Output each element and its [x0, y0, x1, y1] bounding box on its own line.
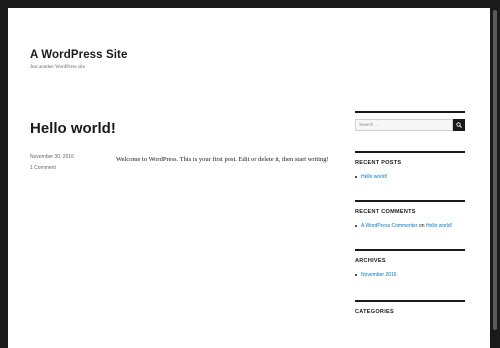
- recent-posts-title: RECENT POSTS: [355, 160, 402, 166]
- search-widget: Search …: [355, 111, 465, 131]
- comment-author-link[interactable]: A WordPress Commenter: [361, 223, 418, 229]
- archive-link[interactable]: November 2016: [361, 272, 397, 278]
- recent-comments-widget: RECENT COMMENTS A WordPress Commenter on…: [355, 200, 465, 229]
- post-content: Welcome to WordPress. This is your first…: [116, 156, 329, 163]
- post-date[interactable]: November 30, 2016: [30, 154, 74, 160]
- search-input[interactable]: Search …: [355, 119, 453, 131]
- recent-post-link[interactable]: Hello world!: [361, 174, 387, 180]
- archives-list: November 2016: [355, 272, 465, 278]
- list-item: Hello world!: [355, 174, 465, 180]
- vertical-scrollbar[interactable]: [490, 0, 500, 348]
- page: A WordPress Site Just another WordPress …: [8, 8, 490, 348]
- recent-posts-list: Hello world!: [355, 174, 465, 180]
- site-title[interactable]: A WordPress Site: [30, 49, 127, 61]
- post-title[interactable]: Hello world!: [30, 120, 116, 137]
- recent-posts-widget: RECENT POSTS Hello world!: [355, 151, 465, 180]
- list-item: November 2016: [355, 272, 465, 278]
- archives-title: ARCHIVES: [355, 258, 386, 264]
- post-meta: November 30, 2016 1 Comment: [30, 154, 74, 176]
- categories-title: CATEGORIES: [355, 309, 394, 315]
- search-button[interactable]: [453, 119, 465, 131]
- post-comments-link[interactable]: 1 Comment: [30, 165, 74, 171]
- search-form: Search …: [355, 119, 465, 131]
- archives-widget: ARCHIVES November 2016: [355, 249, 465, 278]
- site-description: Just another WordPress site: [30, 65, 85, 70]
- list-item: A WordPress Commenter on Hello world!: [355, 223, 465, 229]
- sidebar: Search … RECENT POSTS Hello world! RECEN…: [355, 111, 465, 315]
- categories-widget: CATEGORIES: [355, 300, 465, 315]
- comment-post-link[interactable]: Hello world!: [426, 223, 452, 229]
- scrollbar-thumb[interactable]: [493, 10, 497, 330]
- recent-comments-list: A WordPress Commenter on Hello world!: [355, 223, 465, 229]
- search-icon: [456, 122, 462, 128]
- recent-comments-title: RECENT COMMENTS: [355, 209, 416, 215]
- comment-connector: on: [418, 223, 425, 229]
